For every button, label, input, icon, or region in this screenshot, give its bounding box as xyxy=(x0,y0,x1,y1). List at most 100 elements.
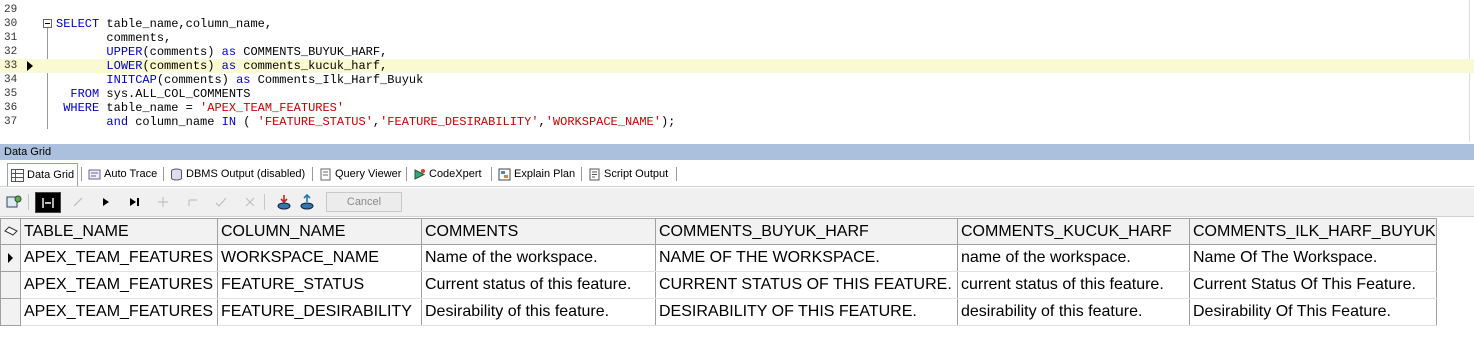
tab-data-grid[interactable]: Data Grid xyxy=(7,163,79,186)
toolbar-separator xyxy=(264,194,265,210)
table-cell[interactable]: current status of this feature. xyxy=(957,271,1190,299)
insert-record-button[interactable] xyxy=(153,193,173,211)
select-all-corner[interactable] xyxy=(0,218,21,245)
table-cell[interactable]: FEATURE_DESIRABILITY xyxy=(217,298,422,326)
export-icon xyxy=(277,195,291,210)
grid-options-icon xyxy=(6,195,22,208)
grid-toolbar: Cancel xyxy=(0,188,1474,217)
codexpert-icon xyxy=(414,168,426,180)
code-line[interactable]: 37 and column_name IN ( 'FEATURE_STATUS'… xyxy=(0,115,1474,129)
line-number: 31 xyxy=(4,32,18,44)
code-text: UPPER(comments) as COMMENTS_BUYUK_HARF, xyxy=(106,45,388,59)
table-cell[interactable]: DESIRABILITY OF THIS FEATURE. xyxy=(655,298,958,326)
current-line-arrow-icon xyxy=(27,61,33,71)
tab-explain-plan[interactable]: Explain Plan xyxy=(495,164,578,184)
tab-separator xyxy=(163,167,164,181)
code-line[interactable]: 34 INITCAP(comments) as Comments_Ilk_Har… xyxy=(0,73,1474,87)
code-line[interactable]: 30 SELECT table_name,column_name, xyxy=(0,17,1474,31)
tab-label: Script Output xyxy=(604,168,669,180)
code-text: FROM sys.ALL_COL_COMMENTS xyxy=(70,87,251,101)
plus-icon xyxy=(158,197,168,207)
table-cell[interactable]: Name of the workspace. xyxy=(421,244,656,272)
code-line[interactable]: 33 LOWER(comments) as comments_kucuk_har… xyxy=(0,59,1474,73)
table-cell[interactable]: APEX_TEAM_FEATURES xyxy=(20,244,218,272)
code-line[interactable]: 32 UPPER(comments) as COMMENTS_BUYUK_HAR… xyxy=(0,45,1474,59)
tab-label: Explain Plan xyxy=(514,168,576,180)
code-text: WHERE table_name = 'APEX_TEAM_FEATURES' xyxy=(63,101,345,115)
table-cell[interactable]: APEX_TEAM_FEATURES xyxy=(20,298,218,326)
tab-script-output[interactable]: Script Output xyxy=(585,164,671,184)
table-cell[interactable]: FEATURE_STATUS xyxy=(217,271,422,299)
table-cell[interactable]: Desirability Of This Feature. xyxy=(1189,298,1437,326)
slash-icon xyxy=(73,197,83,207)
table-row[interactable]: APEX_TEAM_FEATURES WORKSPACE_NAME Name o… xyxy=(0,244,1437,272)
trace-icon xyxy=(88,169,101,179)
query-viewer-icon xyxy=(320,168,331,180)
row-indicator[interactable] xyxy=(0,298,21,326)
table-cell[interactable]: Current Status Of This Feature. xyxy=(1189,271,1437,299)
code-line[interactable]: 29 xyxy=(0,3,1474,17)
grid-header-row: TABLE_NAME COLUMN_NAME COMMENTS COMMENTS… xyxy=(0,218,1437,245)
code-line[interactable]: 36 WHERE table_name = 'APEX_TEAM_FEATURE… xyxy=(0,101,1474,115)
play-icon xyxy=(103,198,109,206)
next-record-button[interactable] xyxy=(96,193,116,211)
tab-query-viewer[interactable]: Query Viewer xyxy=(316,164,404,184)
first-record-button[interactable] xyxy=(35,192,61,213)
table-cell[interactable]: APEX_TEAM_FEATURES xyxy=(20,271,218,299)
table-cell[interactable]: name of the workspace. xyxy=(957,244,1190,272)
fold-toggle-icon[interactable] xyxy=(43,19,52,28)
tab-separator xyxy=(312,167,313,181)
tab-separator xyxy=(81,167,82,181)
import-icon xyxy=(300,194,314,210)
table-cell[interactable]: desirability of this feature. xyxy=(957,298,1190,326)
check-icon xyxy=(215,197,227,207)
column-header-column-name[interactable]: COLUMN_NAME xyxy=(217,218,422,245)
import-button[interactable] xyxy=(297,193,317,211)
pencil-icon xyxy=(4,226,18,236)
table-cell[interactable]: Current status of this feature. xyxy=(421,271,656,299)
code-text: comments, xyxy=(56,31,172,45)
tab-separator xyxy=(491,167,492,181)
table-cell[interactable]: CURRENT STATUS OF THIS FEATURE. xyxy=(655,271,958,299)
tab-auto-trace[interactable]: Auto Trace xyxy=(85,164,160,184)
data-grid[interactable]: TABLE_NAME COLUMN_NAME COMMENTS COMMENTS… xyxy=(0,218,1474,344)
tab-label: Query Viewer xyxy=(335,168,402,180)
row-indicator[interactable] xyxy=(0,271,21,299)
cancel-query-button[interactable]: Cancel xyxy=(326,192,402,212)
prior-record-button[interactable] xyxy=(68,193,88,211)
table-cell[interactable]: NAME OF THE WORKSPACE. xyxy=(655,244,958,272)
column-header-comments[interactable]: COMMENTS xyxy=(421,218,656,245)
toolbar-separator xyxy=(28,194,29,210)
line-number: 36 xyxy=(4,102,18,114)
delete-record-button[interactable] xyxy=(183,193,203,211)
column-header-comments-buyuk-harf[interactable]: COMMENTS_BUYUK_HARF xyxy=(655,218,958,245)
grid-options-button[interactable] xyxy=(4,193,24,211)
last-record-button[interactable] xyxy=(125,193,145,211)
table-row[interactable]: APEX_TEAM_FEATURES FEATURE_STATUS Curren… xyxy=(0,271,1437,299)
code-line[interactable]: 31 comments, xyxy=(0,31,1474,45)
line-number: 32 xyxy=(4,46,18,58)
post-edit-button[interactable] xyxy=(211,193,231,211)
table-cell[interactable]: WORKSPACE_NAME xyxy=(217,244,422,272)
table-cell[interactable]: Name Of The Workspace. xyxy=(1189,244,1437,272)
code-text: INITCAP(comments) as Comments_Ilk_Harf_B… xyxy=(106,73,424,87)
tab-dbms-output[interactable]: DBMS Output (disabled) xyxy=(167,164,308,184)
column-header-comments-ilk-harf-buyuk[interactable]: COMMENTS_ILK_HARF_BUYUK xyxy=(1189,218,1437,245)
code-line[interactable]: 35 FROM sys.ALL_COL_COMMENTS xyxy=(0,87,1474,101)
column-header-table-name[interactable]: TABLE_NAME xyxy=(20,218,218,245)
tab-label: Data Grid xyxy=(27,169,75,181)
line-number: 37 xyxy=(4,116,18,128)
sql-editor[interactable]: 29 30 SELECT table_name,column_name, 31 com… xyxy=(0,0,1474,142)
tab-separator xyxy=(406,167,407,181)
export-button[interactable] xyxy=(274,193,294,211)
column-header-comments-kucuk-harf[interactable]: COMMENTS_KUCUK_HARF xyxy=(957,218,1190,245)
table-row[interactable]: APEX_TEAM_FEATURES FEATURE_DESIRABILITY … xyxy=(0,298,1437,326)
bracket-icon xyxy=(42,197,54,208)
line-number: 34 xyxy=(4,74,18,86)
cancel-edit-button[interactable] xyxy=(240,193,260,211)
panel-title: Data Grid xyxy=(4,146,52,158)
row-indicator[interactable] xyxy=(0,244,21,272)
tab-codexpert[interactable]: CodeXpert xyxy=(410,164,485,184)
x-icon xyxy=(245,197,255,207)
table-cell[interactable]: Desirability of this feature. xyxy=(421,298,656,326)
